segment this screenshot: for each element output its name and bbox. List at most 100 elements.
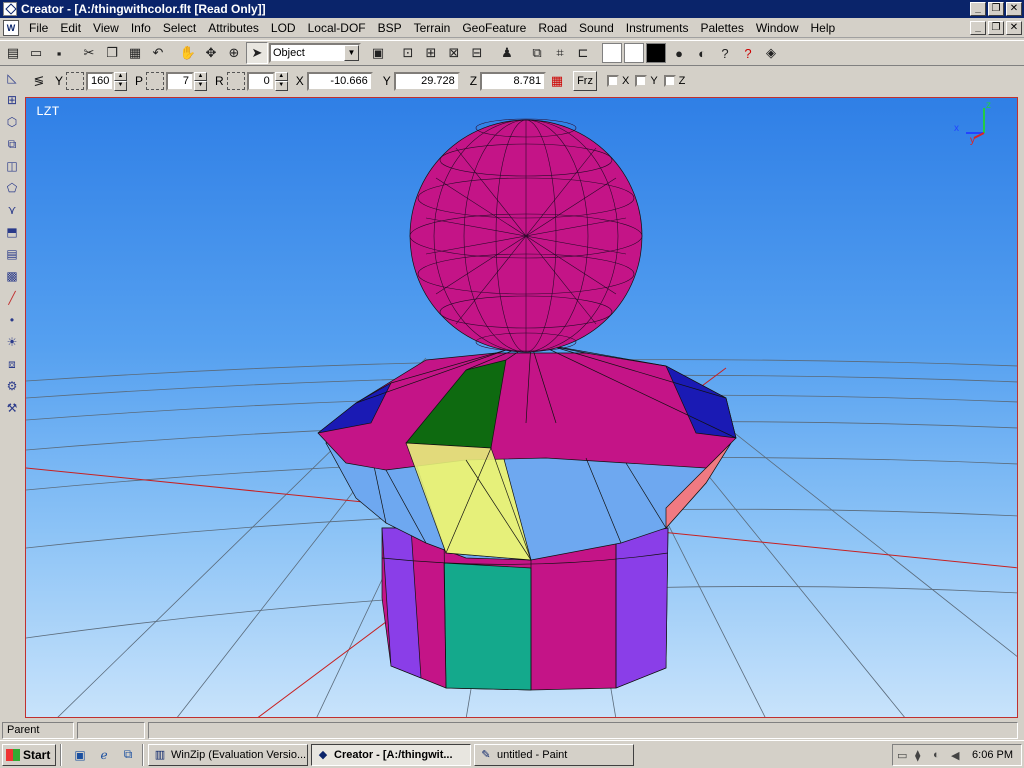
menu-local-dof[interactable]: Local-DOF <box>302 19 372 37</box>
z-input[interactable]: 8.781 <box>480 71 547 91</box>
pitch-icon[interactable] <box>146 72 165 90</box>
menu-view[interactable]: View <box>87 19 125 37</box>
task-winzip[interactable]: ▥ WinZip (Evaluation Versio... <box>148 743 308 766</box>
tray-info-icon[interactable]: ◐ <box>933 749 949 761</box>
lod-tool-icon[interactable]: ⧈ <box>2 354 22 374</box>
zoom-icon[interactable]: ⊕ <box>223 42 245 64</box>
open-icon[interactable]: ▭ <box>25 42 47 64</box>
zoom-all-icon[interactable]: ⊟ <box>466 42 488 64</box>
tray-network-icon[interactable]: ▭ <box>897 749 913 762</box>
menu-edit[interactable]: Edit <box>54 19 87 37</box>
cut-icon[interactable]: ✂ <box>78 42 100 64</box>
speaker-icon[interactable]: ◈ <box>760 42 782 64</box>
roll-stepper[interactable]: ▲ ▼ <box>274 71 288 91</box>
yaw-input[interactable]: 160 <box>86 71 115 91</box>
group-tool-icon[interactable]: ⊞ <box>2 90 22 110</box>
menu-info[interactable]: Info <box>125 19 157 37</box>
object-tool-icon[interactable]: ⬡ <box>2 112 22 132</box>
y-checkbox[interactable] <box>635 75 648 87</box>
paste-icon[interactable]: ▦ <box>124 42 146 64</box>
quicklaunch-app-icon[interactable]: ⧉ <box>118 745 138 765</box>
parent-status[interactable]: Parent <box>2 721 74 739</box>
volume-icon[interactable]: ◀ <box>951 749 967 762</box>
texture-tool-icon[interactable]: ▩ <box>2 266 22 286</box>
copy-icon[interactable]: ❐ <box>101 42 123 64</box>
track-icon[interactable]: ≶ <box>28 70 50 92</box>
sphere-shade-icon[interactable]: ● <box>668 42 690 64</box>
modify-tool-icon[interactable]: ⬠ <box>2 178 22 198</box>
menu-file[interactable]: File <box>23 19 54 37</box>
clock[interactable]: 6:06 PM <box>972 749 1013 761</box>
zoom-box-icon[interactable]: ⊡ <box>397 42 419 64</box>
pitch-input[interactable]: 7 <box>166 71 195 91</box>
grid-icon[interactable]: ▦ <box>546 70 568 92</box>
save-icon[interactable]: ▪ <box>48 42 70 64</box>
menu-sound[interactable]: Sound <box>573 19 620 37</box>
menu-attributes[interactable]: Attributes <box>202 19 265 37</box>
color-swatch-white-2[interactable] <box>624 43 644 63</box>
doc-restore-button[interactable]: ❐ <box>988 21 1004 35</box>
split-tool-icon[interactable]: ⋎ <box>2 200 22 220</box>
3d-viewport[interactable]: x y z LZT <box>25 97 1018 718</box>
line-tool-icon[interactable]: ╱ <box>2 288 22 308</box>
menu-geofeature[interactable]: GeoFeature <box>456 19 532 37</box>
menu-instruments[interactable]: Instruments <box>620 19 695 37</box>
task-creator[interactable]: ◆ Creator - [A:/thingwit... <box>311 743 471 766</box>
sl-icon[interactable]: ⊏ <box>572 42 594 64</box>
pointer-icon[interactable]: ➤ <box>246 42 268 64</box>
new-icon[interactable]: ▤ <box>2 42 24 64</box>
pitch-stepper[interactable]: ▲ ▼ <box>194 71 208 91</box>
duplicate-tool-icon[interactable]: ⧉ <box>2 134 22 154</box>
wrench-tool-icon[interactable]: ⚒ <box>2 398 22 418</box>
move-icon[interactable]: ✥ <box>200 42 222 64</box>
yaw-icon[interactable] <box>66 72 85 90</box>
color-swatch-white[interactable] <box>602 43 622 63</box>
internet-explorer-icon[interactable]: ℯ <box>94 745 114 765</box>
menu-help[interactable]: Help <box>805 19 842 37</box>
chevron-down-icon[interactable]: ▼ <box>344 45 359 61</box>
menu-select[interactable]: Select <box>157 19 202 37</box>
doc-close-button[interactable]: ✕ <box>1006 21 1022 35</box>
zoom-selected-icon[interactable]: ⊠ <box>443 42 465 64</box>
mode-select[interactable]: Object ▼ <box>269 43 361 63</box>
xyz-icon[interactable]: ⌗ <box>549 42 571 64</box>
select-tool-icon[interactable]: ◺ <box>2 68 22 88</box>
menu-window[interactable]: Window <box>750 19 805 37</box>
select-box-icon[interactable]: ▣ <box>367 42 389 64</box>
doc-minimize-button[interactable]: _ <box>970 21 986 35</box>
pan-icon[interactable]: ✋ <box>177 42 199 64</box>
face-tool-icon[interactable]: ▤ <box>2 244 22 264</box>
menu-road[interactable]: Road <box>532 19 573 37</box>
menu-lod[interactable]: LOD <box>265 19 302 37</box>
undo-icon[interactable]: ↶ <box>147 42 169 64</box>
desktop-icon[interactable]: ▣ <box>70 745 90 765</box>
document-icon[interactable]: W <box>3 19 19 36</box>
close-button[interactable]: ✕ <box>1006 2 1022 16</box>
menu-terrain[interactable]: Terrain <box>408 19 457 37</box>
z-checkbox[interactable] <box>663 75 676 87</box>
yaw-stepper[interactable]: ▲ ▼ <box>114 71 128 91</box>
start-button[interactable]: Start <box>2 743 56 766</box>
color-swatch-black[interactable] <box>646 43 666 63</box>
menu-bsp[interactable]: BSP <box>372 19 408 37</box>
tray-app-icon[interactable]: ⧫ <box>915 749 931 762</box>
x-checkbox[interactable] <box>606 75 619 87</box>
menu-palettes[interactable]: Palettes <box>694 19 749 37</box>
roll-icon[interactable] <box>226 72 245 90</box>
x-input[interactable]: -10.666 <box>306 71 373 91</box>
minimize-button[interactable]: _ <box>970 2 986 16</box>
roll-input[interactable]: 0 <box>246 71 275 91</box>
help-icon[interactable]: ? <box>714 42 736 64</box>
point-tool-icon[interactable]: • <box>2 310 22 330</box>
fit-icon[interactable]: ⊞ <box>420 42 442 64</box>
light-tool-icon[interactable]: ☀ <box>2 332 22 352</box>
figure-icon[interactable]: ♟ <box>496 42 518 64</box>
attribute-tool-icon[interactable]: ⚙ <box>2 376 22 396</box>
restore-button[interactable]: ❐ <box>988 2 1004 16</box>
cube-tool-icon[interactable]: ◫ <box>2 156 22 176</box>
context-help-icon[interactable]: ? <box>737 42 759 64</box>
freeze-button[interactable]: Frz <box>573 71 597 91</box>
y-input[interactable]: 29.728 <box>393 71 460 91</box>
extrude-tool-icon[interactable]: ⬒ <box>2 222 22 242</box>
texture-shade-icon[interactable]: ◐ <box>691 42 713 64</box>
